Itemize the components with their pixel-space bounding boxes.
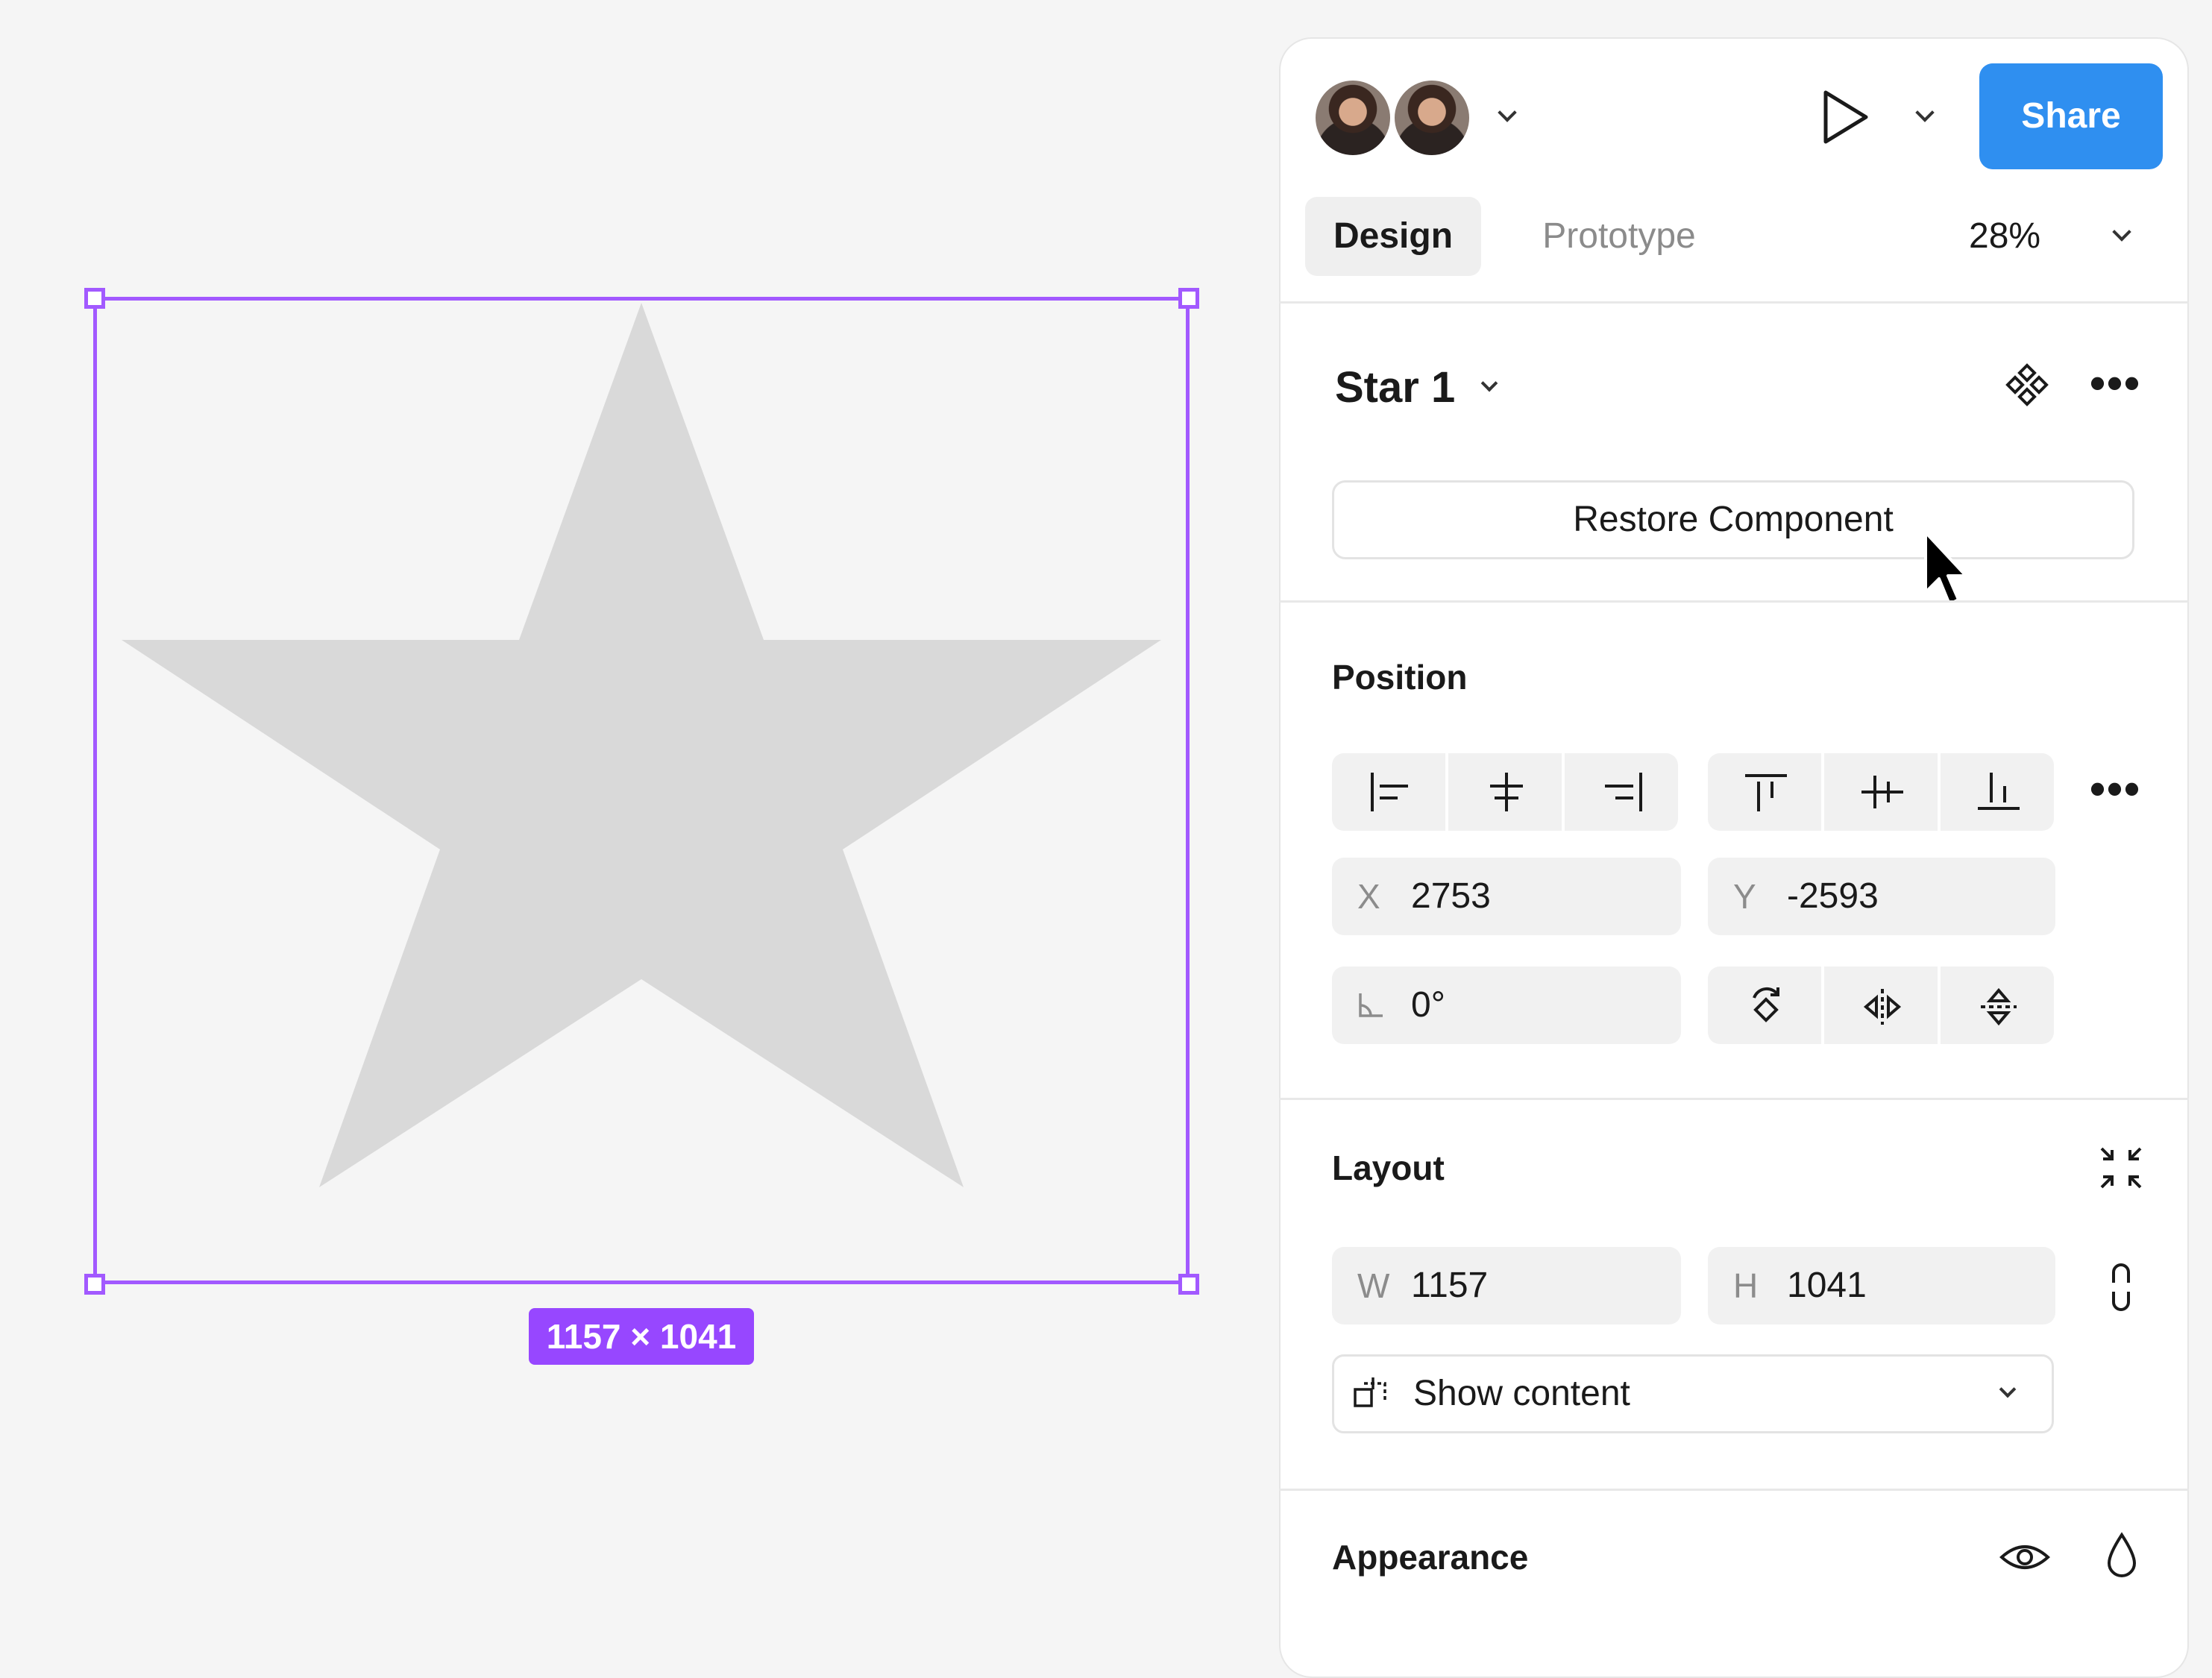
rotation-value[interactable]: 0° [1411,967,1445,1044]
clip-content-select[interactable]: Show content [1332,1354,2054,1433]
y-label: Y [1733,877,1756,916]
blend-drop-icon[interactable] [2105,1530,2139,1583]
x-position-field[interactable]: X 2753 [1332,858,1681,935]
y-position-field[interactable]: Y -2593 [1708,858,2055,935]
height-label: H [1733,1266,1759,1305]
height-value[interactable]: 1041 [1787,1247,1867,1325]
appearance-section-title: Appearance [1332,1538,1529,1577]
resize-handle-bottom-right[interactable] [1178,1274,1199,1295]
restore-component-button[interactable]: Restore Component [1332,480,2134,559]
avatar[interactable] [1392,78,1472,158]
resize-handle-bottom-left[interactable] [84,1274,105,1295]
flip-vertical-button[interactable] [1941,967,2054,1044]
tab-design[interactable]: Design [1305,197,1481,276]
align-right-button[interactable] [1565,753,1678,831]
present-options-chevron-down-icon[interactable] [1911,103,1941,133]
size-badge: 1157 × 1041 [529,1308,754,1365]
more-options-icon[interactable]: ••• [2090,361,2141,406]
position-section-title: Position [1332,658,1468,697]
zoom-chevron-down-icon[interactable] [2108,222,2137,252]
rotation-field[interactable]: 0° [1332,967,1681,1044]
flip-horizontal-button[interactable] [1824,967,1938,1044]
constrain-proportions-icon[interactable] [2103,1260,2139,1318]
eye-icon[interactable] [1999,1535,2051,1583]
width-field[interactable]: W 1157 [1332,1247,1681,1325]
resize-to-fit-icon[interactable] [2097,1144,2145,1195]
resize-handle-top-left[interactable] [84,288,105,309]
width-label: W [1357,1266,1390,1305]
tab-prototype[interactable]: Prototype [1521,197,1717,276]
clip-content-chevron-down-icon [1995,1380,2022,1409]
component-icon[interactable] [2003,361,2051,412]
rotate-90-button[interactable] [1708,967,1821,1044]
rotation-angle-icon [1356,990,1386,1024]
x-label: X [1357,877,1380,916]
design-canvas[interactable]: 1157 × 1041 [0,0,1268,1626]
more-alignment-options-icon[interactable]: ••• [2090,767,2141,811]
height-field[interactable]: H 1041 [1708,1247,2055,1325]
resize-handle-top-right[interactable] [1178,288,1199,309]
y-value[interactable]: -2593 [1787,858,1879,935]
width-value[interactable]: 1157 [1411,1247,1488,1325]
x-value[interactable]: 2753 [1411,858,1491,935]
share-button[interactable]: Share [1979,63,2163,169]
layout-section-title: Layout [1332,1148,1445,1187]
divider [1279,301,2189,304]
align-bottom-button[interactable] [1941,753,2054,831]
divider [1279,1489,2189,1491]
avatar[interactable] [1313,78,1393,158]
selection-frame [93,297,1190,1284]
divider [1279,600,2189,603]
collaborators-chevron-down-icon[interactable] [1493,103,1523,133]
align-vertical-center-button[interactable] [1824,753,1938,831]
layer-name[interactable]: Star 1 [1335,361,1455,415]
present-play-icon[interactable] [1820,88,1872,150]
align-top-button[interactable] [1708,753,1821,831]
align-left-button[interactable] [1332,753,1445,831]
divider [1279,1098,2189,1100]
clip-content-label: Show content [1413,1374,1630,1413]
clip-content-icon [1351,1374,1392,1420]
layer-name-chevron-down-icon[interactable] [1477,374,1504,403]
zoom-level[interactable]: 28% [1969,197,2040,276]
align-horizontal-center-button[interactable] [1448,753,1562,831]
